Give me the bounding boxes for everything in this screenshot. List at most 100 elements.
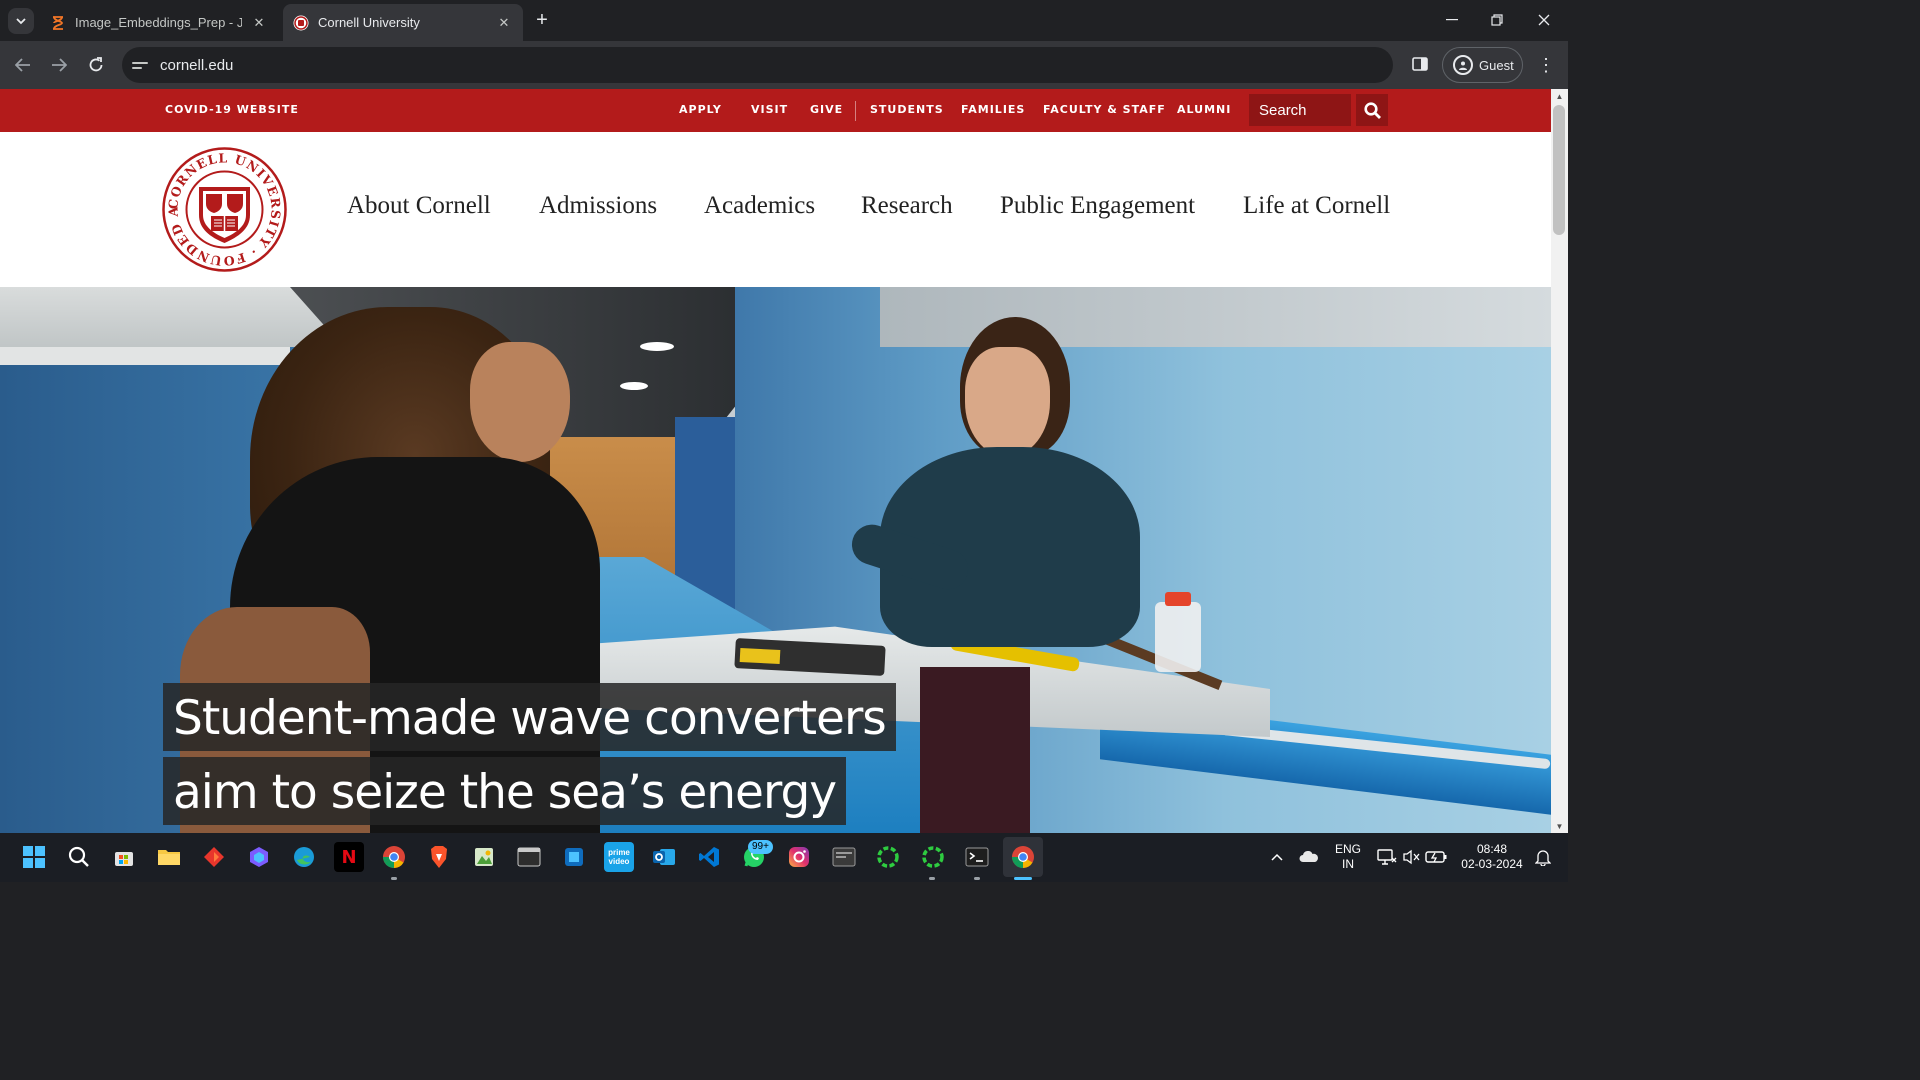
minimize-icon[interactable] bbox=[1440, 8, 1464, 32]
paint-icon[interactable] bbox=[469, 842, 499, 872]
active-indicator bbox=[1014, 877, 1032, 880]
hourglass-icon bbox=[50, 15, 66, 31]
chevron-down-icon bbox=[16, 17, 26, 24]
language-region: IN bbox=[1342, 857, 1354, 871]
windows-taskbar: N prime video 99+ ENG IN 08:48 02-03-202… bbox=[0, 833, 1568, 882]
forward-arrow-icon[interactable] bbox=[46, 52, 72, 78]
scroll-up-arrow-icon[interactable]: ▲ bbox=[1551, 89, 1568, 103]
profile-button[interactable]: Guest bbox=[1442, 47, 1523, 83]
windows-app-icon[interactable] bbox=[559, 842, 589, 872]
whatsapp-badge: 99+ bbox=[748, 840, 773, 854]
browser-toolbar: cornell.edu Guest ⋮ bbox=[0, 41, 1568, 89]
hero-headline-line1[interactable]: Student-made wave converters bbox=[163, 683, 896, 751]
file-explorer-icon[interactable] bbox=[154, 842, 184, 872]
chevron-up-icon[interactable] bbox=[1262, 842, 1292, 872]
ceiling-light bbox=[620, 382, 648, 390]
edge-icon[interactable] bbox=[289, 842, 319, 872]
nav-admissions[interactable]: Admissions bbox=[539, 192, 657, 220]
utility-bar: COVID-19 WEBSITE APPLY VISIT GIVE STUDEN… bbox=[0, 89, 1551, 132]
close-tab-icon[interactable]: ✕ bbox=[250, 15, 268, 31]
brave-icon[interactable] bbox=[424, 842, 454, 872]
restore-icon[interactable] bbox=[1485, 8, 1509, 32]
back-arrow-icon[interactable] bbox=[10, 52, 36, 78]
search-icon[interactable] bbox=[64, 842, 94, 872]
person-icon bbox=[1453, 55, 1473, 75]
scrollbar-thumb[interactable] bbox=[1553, 105, 1565, 235]
covid-link[interactable]: COVID-19 WEBSITE bbox=[165, 103, 299, 116]
notification-bell-icon[interactable] bbox=[1528, 842, 1558, 872]
tab-cornell[interactable]: Cornell University ✕ bbox=[283, 4, 523, 41]
cornell-favicon bbox=[293, 15, 309, 31]
app-window-icon[interactable] bbox=[829, 842, 859, 872]
person-right-legs bbox=[920, 667, 1030, 833]
onedrive-cloud-icon[interactable] bbox=[1294, 842, 1324, 872]
utility-link-apply[interactable]: APPLY bbox=[679, 103, 722, 116]
copilot-icon[interactable] bbox=[244, 842, 274, 872]
person-right-face bbox=[965, 347, 1050, 457]
site-settings-icon[interactable] bbox=[132, 61, 148, 69]
utility-link-give[interactable]: GIVE bbox=[810, 103, 843, 116]
web-page: COVID-19 WEBSITE APPLY VISIT GIVE STUDEN… bbox=[0, 89, 1551, 833]
reload-icon[interactable] bbox=[83, 52, 109, 78]
utility-divider bbox=[855, 101, 856, 121]
nav-life-at-cornell[interactable]: Life at Cornell bbox=[1243, 192, 1390, 220]
tool-yellow bbox=[739, 647, 781, 665]
left-wall-beam bbox=[0, 347, 290, 365]
scroll-down-arrow-icon[interactable]: ▼ bbox=[1551, 819, 1568, 833]
tab-jupyter[interactable]: Image_Embeddings_Prep - Jupyter ✕ bbox=[40, 4, 278, 41]
person-left-face bbox=[470, 342, 570, 462]
cornell-seal-logo[interactable]: CORNELL UNIVERSITY · FOUNDED A.D. 1865 bbox=[162, 147, 287, 272]
utility-link-students[interactable]: STUDENTS bbox=[870, 103, 944, 116]
prime-video-icon[interactable]: prime video bbox=[604, 842, 634, 872]
language-code: ENG bbox=[1334, 842, 1361, 856]
new-tab-button[interactable]: + bbox=[530, 8, 554, 32]
jar-lid bbox=[1165, 592, 1191, 606]
utility-link-visit[interactable]: VISIT bbox=[751, 103, 788, 116]
microsoft-store-icon[interactable] bbox=[109, 842, 139, 872]
site-search-input[interactable]: Search bbox=[1249, 94, 1351, 126]
container-jar bbox=[1155, 602, 1201, 672]
language-indicator[interactable]: ENG IN bbox=[1332, 842, 1364, 872]
outlook-icon[interactable] bbox=[649, 842, 679, 872]
chrome-active-icon[interactable] bbox=[1003, 837, 1043, 877]
utility-link-alumni[interactable]: ALUMNI bbox=[1177, 103, 1231, 116]
clock-time: 08:48 bbox=[1476, 842, 1508, 856]
affinity-icon[interactable] bbox=[199, 842, 229, 872]
chrome-icon[interactable] bbox=[379, 842, 409, 872]
address-bar[interactable]: cornell.edu bbox=[122, 47, 1393, 83]
url-text[interactable]: cornell.edu bbox=[160, 57, 233, 74]
ceiling-light bbox=[640, 342, 674, 351]
terminal-icon[interactable] bbox=[962, 842, 992, 872]
instagram-icon[interactable] bbox=[784, 842, 814, 872]
close-window-icon[interactable] bbox=[1532, 8, 1556, 32]
tab-search-button[interactable] bbox=[8, 8, 34, 34]
windows-start-icon[interactable] bbox=[19, 842, 49, 872]
search-icon[interactable] bbox=[1356, 94, 1388, 126]
terminal-window-icon[interactable] bbox=[514, 842, 544, 872]
spinner-app-icon[interactable] bbox=[873, 842, 903, 872]
nav-about-cornell[interactable]: About Cornell bbox=[347, 192, 491, 220]
browser-tab-strip: Image_Embeddings_Prep - Jupyter ✕ Cornel… bbox=[0, 0, 1568, 41]
profile-label: Guest bbox=[1479, 57, 1514, 73]
vscode-icon[interactable] bbox=[694, 842, 724, 872]
nav-academics[interactable]: Academics bbox=[704, 192, 815, 220]
nav-research[interactable]: Research bbox=[861, 192, 953, 220]
side-panel-icon[interactable] bbox=[1408, 52, 1432, 76]
nav-public-engagement[interactable]: Public Engagement bbox=[1000, 192, 1195, 220]
clock[interactable]: 08:48 02-03-2024 bbox=[1456, 842, 1528, 872]
spinner-app-icon-2[interactable] bbox=[918, 842, 948, 872]
battery-icon[interactable] bbox=[1421, 842, 1451, 872]
clock-date: 02-03-2024 bbox=[1461, 857, 1523, 871]
running-indicator bbox=[974, 877, 980, 880]
running-indicator bbox=[929, 877, 935, 880]
utility-link-faculty-staff[interactable]: FACULTY & STAFF bbox=[1043, 103, 1166, 116]
site-header: CORNELL UNIVERSITY · FOUNDED A.D. 1865 A… bbox=[0, 132, 1551, 287]
page-scrollbar[interactable]: ▲ ▼ bbox=[1551, 89, 1568, 833]
utility-link-families[interactable]: FAMILIES bbox=[961, 103, 1025, 116]
hero-headline-line2[interactable]: aim to seize the sea’s energy bbox=[163, 757, 847, 825]
netflix-icon[interactable]: N bbox=[334, 842, 364, 872]
more-vertical-icon[interactable]: ⋮ bbox=[1534, 52, 1558, 78]
tab-title: Image_Embeddings_Prep - Jupyter bbox=[75, 15, 242, 30]
hero-photo[interactable]: Student-made wave converters aim to seiz… bbox=[0, 287, 1551, 833]
close-tab-icon[interactable]: ✕ bbox=[495, 15, 513, 31]
